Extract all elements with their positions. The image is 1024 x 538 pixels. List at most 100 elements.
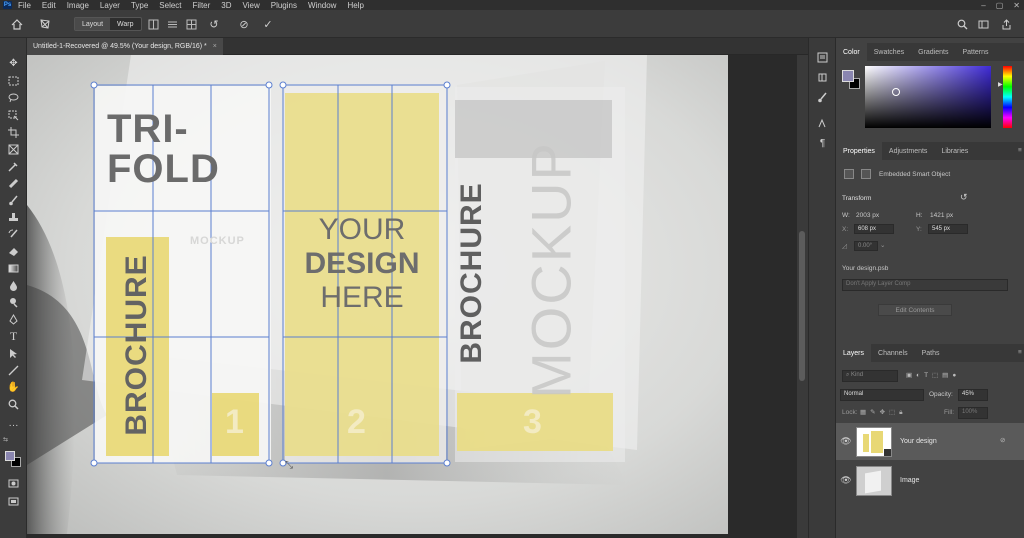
scrollbar-thumb[interactable]: [799, 231, 805, 381]
layer-row-image[interactable]: 👁︎ Image: [836, 462, 1024, 499]
menu-edit[interactable]: Edit: [42, 1, 56, 10]
layer-name[interactable]: Your design: [900, 438, 937, 445]
lock-icons[interactable]: ▦✎✥⬚🔒︎: [860, 408, 907, 417]
transform-tool-icon[interactable]: [37, 16, 53, 32]
character-panel-icon[interactable]: [814, 116, 831, 130]
home-icon[interactable]: [9, 16, 25, 32]
mode-layout-button[interactable]: Layout: [75, 18, 111, 30]
quick-mask-icon[interactable]: [5, 476, 22, 490]
path-selection-tool-icon[interactable]: [5, 346, 22, 360]
layer-row-your-design[interactable]: 👁︎ Your design ⊘: [836, 423, 1024, 460]
color-panel-fg-swatch[interactable]: [842, 70, 854, 82]
mask-icon[interactable]: [861, 169, 871, 179]
angle-dropdown-icon[interactable]: ⌄: [880, 241, 885, 249]
dodge-tool-icon[interactable]: [5, 295, 22, 309]
tab-properties[interactable]: Properties: [836, 142, 882, 160]
learn-panel-icon[interactable]: [814, 70, 831, 84]
edit-contents-button[interactable]: Edit Contents: [878, 304, 952, 316]
foreground-color-swatch[interactable]: [5, 451, 15, 461]
brush-tool-icon[interactable]: [5, 193, 22, 207]
document-tab[interactable]: Untitled-1-Recovered @ 49.5% (Your desig…: [27, 38, 223, 55]
menu-help[interactable]: Help: [347, 1, 363, 10]
zoom-tool-icon[interactable]: [5, 397, 22, 411]
split-horizontal-icon[interactable]: [165, 16, 179, 32]
reset-warp-icon[interactable]: ↺: [206, 16, 222, 32]
menu-filter[interactable]: Filter: [193, 1, 211, 10]
hue-slider-handle[interactable]: ▶: [998, 81, 1003, 88]
paragraph-panel-icon[interactable]: ¶: [814, 136, 831, 150]
share-icon[interactable]: [999, 16, 1013, 32]
vertical-scrollbar[interactable]: [797, 55, 808, 538]
healing-brush-tool-icon[interactable]: [5, 176, 22, 190]
tab-adjustments[interactable]: Adjustments: [882, 142, 935, 160]
gradient-tool-icon[interactable]: [5, 261, 22, 275]
frame-tool-icon[interactable]: [5, 142, 22, 156]
lasso-tool-icon[interactable]: [5, 91, 22, 105]
tab-libraries[interactable]: Libraries: [934, 142, 975, 160]
tab-layers[interactable]: Layers: [836, 344, 872, 362]
tab-channels[interactable]: Channels: [871, 344, 915, 362]
tab-gradients[interactable]: Gradients: [911, 43, 955, 61]
eyedropper-tool-icon[interactable]: [5, 159, 22, 173]
layer-name[interactable]: Image: [900, 477, 919, 484]
menu-plugins[interactable]: Plugins: [271, 1, 297, 10]
blend-mode-dropdown[interactable]: Normal: [840, 389, 924, 401]
reset-transform-icon[interactable]: ↺: [960, 192, 968, 203]
cancel-transform-icon[interactable]: ⊘: [236, 16, 252, 32]
h-value[interactable]: 1421 px: [930, 212, 953, 219]
commit-transform-icon[interactable]: ✓: [260, 16, 276, 32]
layer-filter-field[interactable]: ⌕ Kind: [842, 370, 898, 382]
search-icon[interactable]: [955, 16, 969, 32]
hue-slider[interactable]: [1003, 66, 1012, 128]
menu-type[interactable]: Type: [131, 1, 148, 10]
layer-filter-icons[interactable]: ▣◐T⬚▤●: [906, 371, 960, 379]
layers-menu-icon[interactable]: ≡: [1018, 349, 1022, 356]
tab-patterns[interactable]: Patterns: [955, 43, 995, 61]
hand-tool-icon[interactable]: ✋: [5, 380, 22, 394]
menu-view[interactable]: View: [243, 1, 260, 10]
y-field[interactable]: 545 px: [928, 224, 968, 234]
color-field[interactable]: [865, 66, 991, 128]
layer-comp-dropdown[interactable]: Don't Apply Layer Comp: [842, 279, 1008, 291]
more-tools-icon[interactable]: ···: [5, 418, 22, 432]
color-picker-cursor[interactable]: [892, 88, 900, 96]
x-field[interactable]: 608 px: [854, 224, 894, 234]
eraser-tool-icon[interactable]: [5, 244, 22, 258]
blur-tool-icon[interactable]: [5, 278, 22, 292]
tab-color[interactable]: Color: [836, 43, 867, 61]
brushes-panel-icon[interactable]: [814, 90, 831, 104]
split-cross-icon[interactable]: [184, 16, 198, 32]
tab-paths[interactable]: Paths: [915, 344, 947, 362]
close-window-icon[interactable]: ✕: [1013, 1, 1020, 10]
line-tool-icon[interactable]: [5, 363, 22, 377]
opacity-field[interactable]: 45%: [958, 389, 988, 401]
menu-select[interactable]: Select: [159, 1, 181, 10]
clone-stamp-tool-icon[interactable]: [5, 210, 22, 224]
swap-colors-icon[interactable]: ⇆: [3, 436, 8, 443]
object-select-tool-icon[interactable]: [5, 108, 22, 122]
eye-icon[interactable]: 👁︎: [836, 436, 856, 447]
w-value[interactable]: 2003 px: [856, 212, 879, 219]
maximize-icon[interactable]: ▢: [996, 1, 1004, 10]
panel-menu-icon[interactable]: ≡: [1018, 147, 1022, 154]
eye-icon[interactable]: 👁︎: [836, 475, 856, 486]
menu-file[interactable]: File: [18, 1, 31, 10]
crop-tool-icon[interactable]: [5, 125, 22, 139]
workspace-icon[interactable]: [976, 16, 990, 32]
menu-3d[interactable]: 3D: [221, 1, 231, 10]
close-tab-icon[interactable]: ×: [213, 43, 217, 50]
menu-window[interactable]: Window: [308, 1, 336, 10]
move-tool-icon[interactable]: ✥: [5, 56, 22, 70]
fill-field[interactable]: 100%: [958, 407, 988, 419]
type-tool-icon[interactable]: T: [5, 329, 22, 343]
minimize-icon[interactable]: –: [981, 1, 985, 10]
split-vertical-icon[interactable]: [146, 16, 160, 32]
pen-tool-icon[interactable]: [5, 312, 22, 326]
history-brush-tool-icon[interactable]: [5, 227, 22, 241]
mode-warp-button[interactable]: Warp: [110, 18, 140, 30]
angle-field[interactable]: 0.00°: [854, 241, 878, 251]
tab-swatches[interactable]: Swatches: [867, 43, 911, 61]
marquee-tool-icon[interactable]: [5, 74, 22, 88]
canvas-area[interactable]: TRI- FOLD MOCKUP BROCHURE YOUR DESIGN HE…: [27, 55, 808, 538]
menu-layer[interactable]: Layer: [100, 1, 120, 10]
